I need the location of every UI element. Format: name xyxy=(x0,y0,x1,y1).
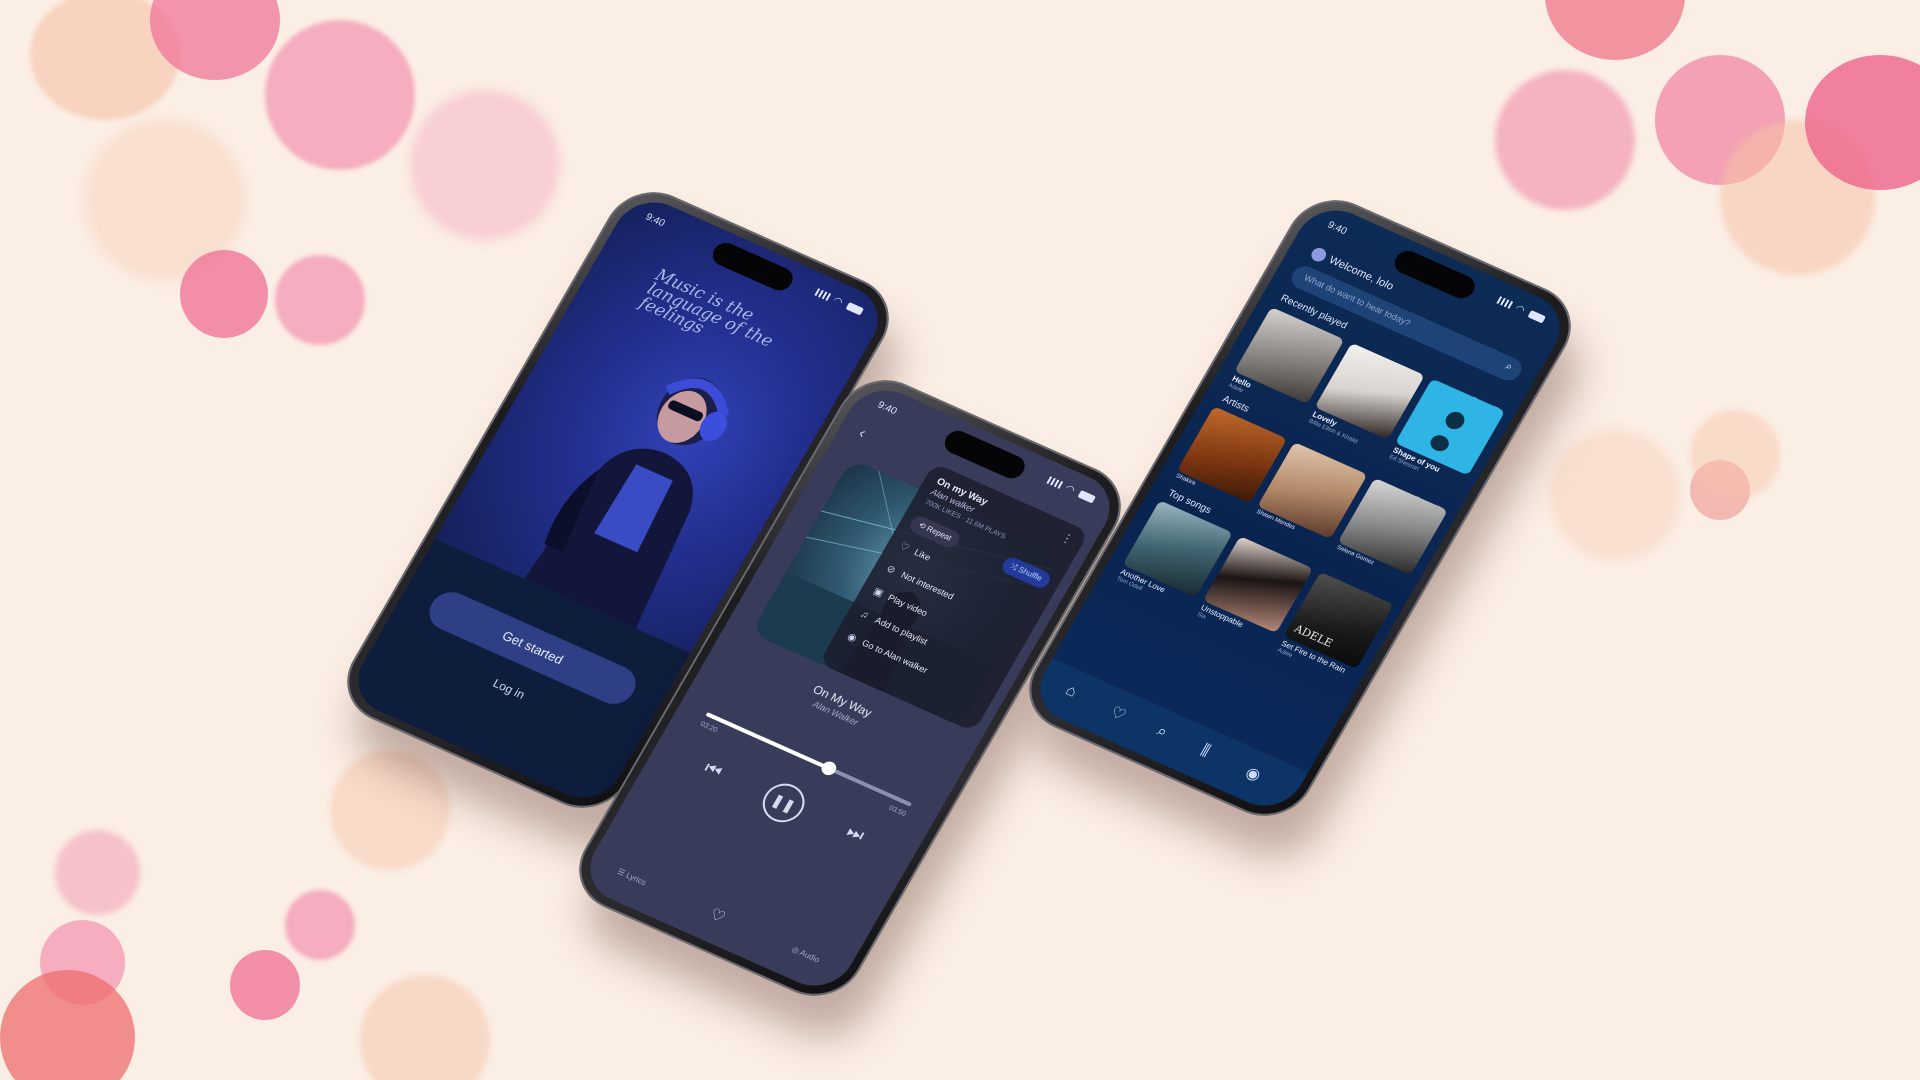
like-heart-icon[interactable]: ♡ xyxy=(706,904,729,927)
search-icon[interactable]: ⌕ xyxy=(1503,360,1515,374)
more-options-icon[interactable]: ⋮ xyxy=(1058,530,1076,547)
status-icons: ◠ xyxy=(1496,296,1547,326)
battery-icon xyxy=(1077,490,1096,504)
home-tab-icon[interactable]: ⌂ xyxy=(1062,682,1079,702)
next-track-icon[interactable]: ⏭ xyxy=(843,821,868,846)
menu-item-label: Add to playlist xyxy=(873,615,930,647)
search-tab-icon[interactable]: ⌕ xyxy=(1153,723,1171,742)
album-cover-shape xyxy=(1442,408,1468,432)
profile-tab-icon[interactable]: ◉ xyxy=(1242,762,1265,785)
bokeh-circle xyxy=(1550,430,1680,560)
previous-track-icon[interactable]: ⏮ xyxy=(701,758,726,783)
status-time: 9:40 xyxy=(1325,219,1349,238)
repeat-button[interactable]: ⟲ Repeat xyxy=(907,513,963,551)
bokeh-circle xyxy=(1690,410,1780,500)
status-icons: ◠ xyxy=(1046,476,1097,506)
menu-item-label: Not interested xyxy=(899,569,956,602)
lyrics-label: Lyrics xyxy=(624,870,648,888)
back-arrow-icon[interactable]: ‹ xyxy=(855,425,869,443)
lyrics-button[interactable]: ☰ Lyrics xyxy=(616,867,648,887)
bokeh-circle xyxy=(330,750,450,870)
wifi-icon: ◠ xyxy=(1062,483,1079,498)
signal-icon xyxy=(1046,476,1064,490)
menu-item-label: Play video xyxy=(886,592,930,619)
bokeh-circle xyxy=(275,255,365,345)
background-stage: 9:40 ◠ Music is the language of the feel… xyxy=(0,0,1920,1080)
bokeh-circle xyxy=(360,975,490,1080)
menu-item-label: Like xyxy=(912,547,933,563)
pause-button-icon[interactable]: ❚❚ xyxy=(755,777,812,829)
audio-button[interactable]: ◎ Audio xyxy=(790,945,821,965)
progress-fill xyxy=(705,712,831,771)
signal-icon xyxy=(1496,296,1514,310)
battery-icon xyxy=(1527,310,1546,324)
bokeh-circle xyxy=(180,250,268,338)
time-total: 03:50 xyxy=(887,804,908,819)
bokeh-circle xyxy=(265,20,415,170)
repeat-label: Repeat xyxy=(925,524,954,543)
bokeh-circle xyxy=(1545,0,1685,60)
menu-item-like[interactable]: ♡Like xyxy=(897,541,932,564)
library-tab-icon[interactable]: ⫼ xyxy=(1197,742,1213,761)
bokeh-circle xyxy=(230,950,300,1020)
avatar[interactable] xyxy=(1308,245,1329,264)
bokeh-circle xyxy=(410,90,560,240)
status-time: 9:40 xyxy=(875,399,899,418)
wifi-icon: ◠ xyxy=(1512,303,1529,318)
album-cover-shape xyxy=(1427,432,1452,454)
audio-label: Audio xyxy=(798,948,822,965)
shuffle-button[interactable]: ⤮ Shuffle xyxy=(998,554,1054,591)
bokeh-circle xyxy=(55,830,140,915)
bokeh-circle xyxy=(1495,70,1635,210)
favorites-tab-icon[interactable]: ♡ xyxy=(1107,702,1130,725)
shuffle-label: Shuffle xyxy=(1016,564,1044,583)
bokeh-circle xyxy=(285,890,355,960)
menu-item-play-video[interactable]: ▣Play video xyxy=(871,586,929,619)
bottom-tab-bar: ⌂ ♡ ⌕ ⫼ ◉ xyxy=(1026,658,1309,818)
time-current: 03:20 xyxy=(698,720,719,735)
